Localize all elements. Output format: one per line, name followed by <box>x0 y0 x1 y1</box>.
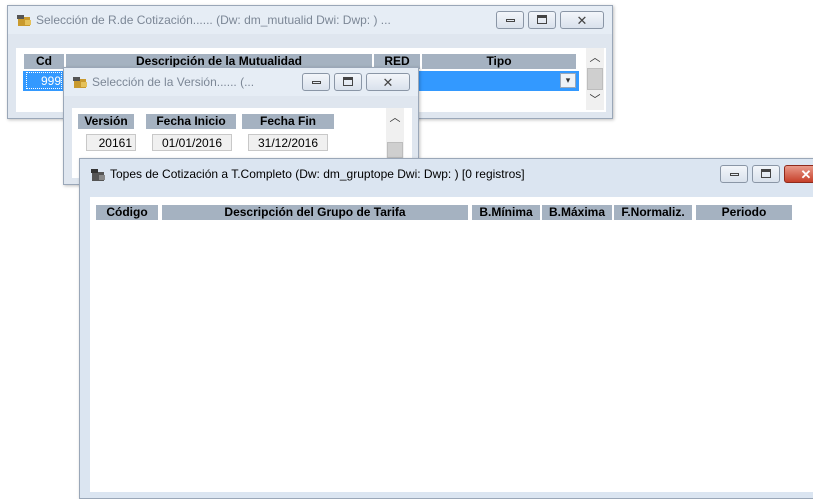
maximize-icon <box>761 169 771 178</box>
window-app-icon <box>91 169 105 181</box>
col-header-b-maxima[interactable]: B.Máxima <box>542 205 612 220</box>
cell-cd[interactable]: 999 <box>26 72 62 89</box>
tipo-dropdown[interactable]: ▾ <box>422 71 578 91</box>
col-header-tipo[interactable]: Tipo <box>422 54 576 69</box>
grid-topes[interactable]: Código Descripción del Grupo de Tarifa B… <box>90 197 813 492</box>
col-header-fecha-fin[interactable]: Fecha Fin <box>242 114 334 129</box>
close-button[interactable]: ✕ <box>366 73 410 91</box>
minimize-button[interactable] <box>720 165 748 183</box>
scroll-thumb[interactable] <box>587 68 603 90</box>
chevron-up-icon[interactable]: ︿ <box>586 50 604 66</box>
minimize-button[interactable] <box>302 73 330 91</box>
col-header-cd[interactable]: Cd <box>24 54 64 69</box>
col-header-codigo[interactable]: Código <box>96 205 158 220</box>
minimize-button[interactable] <box>496 11 524 29</box>
col-header-periodo[interactable]: Periodo <box>696 205 792 220</box>
close-button[interactable]: ✕ <box>560 11 604 29</box>
maximize-button[interactable] <box>752 165 780 183</box>
col-header-f-normaliz[interactable]: F.Normaliz. <box>614 205 692 220</box>
close-icon: ✕ <box>576 12 588 28</box>
titlebar[interactable]: Topes de Cotización a T.Completo (Dw: dm… <box>80 159 813 189</box>
chevron-down-icon: ▾ <box>565 75 571 85</box>
col-header-descripcion-grupo[interactable]: Descripción del Grupo de Tarifa <box>162 205 468 220</box>
maximize-icon <box>537 15 547 24</box>
close-icon: ✕ <box>382 74 394 90</box>
window-title: Selección de la Versión...... (... <box>92 75 255 89</box>
minimize-icon <box>730 173 739 176</box>
window-topes[interactable]: Topes de Cotización a T.Completo (Dw: dm… <box>79 158 813 499</box>
dropdown-button[interactable]: ▾ <box>560 73 576 88</box>
col-header-version[interactable]: Versión <box>78 114 134 129</box>
close-icon: ✕ <box>800 166 812 182</box>
vertical-scrollbar[interactable]: ︿ ﹀ <box>586 48 604 110</box>
chevron-down-icon[interactable]: ﹀ <box>586 92 604 108</box>
cell-fecha-inicio[interactable]: 01/01/2016 <box>152 134 232 151</box>
maximize-button[interactable] <box>334 73 362 91</box>
window-title: Topes de Cotización a T.Completo (Dw: dm… <box>110 167 525 181</box>
window-app-icon <box>17 15 31 26</box>
cell-version[interactable]: 20161 <box>86 134 136 151</box>
scroll-thumb[interactable] <box>387 142 403 158</box>
maximize-icon <box>343 77 353 86</box>
window-app-icon <box>73 77 87 88</box>
minimize-icon <box>312 81 321 84</box>
window-title: Selección de R.de Cotización...... (Dw: … <box>36 13 391 27</box>
col-header-b-minima[interactable]: B.Mínima <box>472 205 540 220</box>
col-header-fecha-inicio[interactable]: Fecha Inicio <box>146 114 236 129</box>
maximize-button[interactable] <box>528 11 556 29</box>
cell-fecha-fin[interactable]: 31/12/2016 <box>248 134 328 151</box>
close-button[interactable]: ✕ <box>784 165 813 183</box>
minimize-icon <box>506 19 515 22</box>
chevron-up-icon[interactable]: ︿ <box>386 110 404 126</box>
